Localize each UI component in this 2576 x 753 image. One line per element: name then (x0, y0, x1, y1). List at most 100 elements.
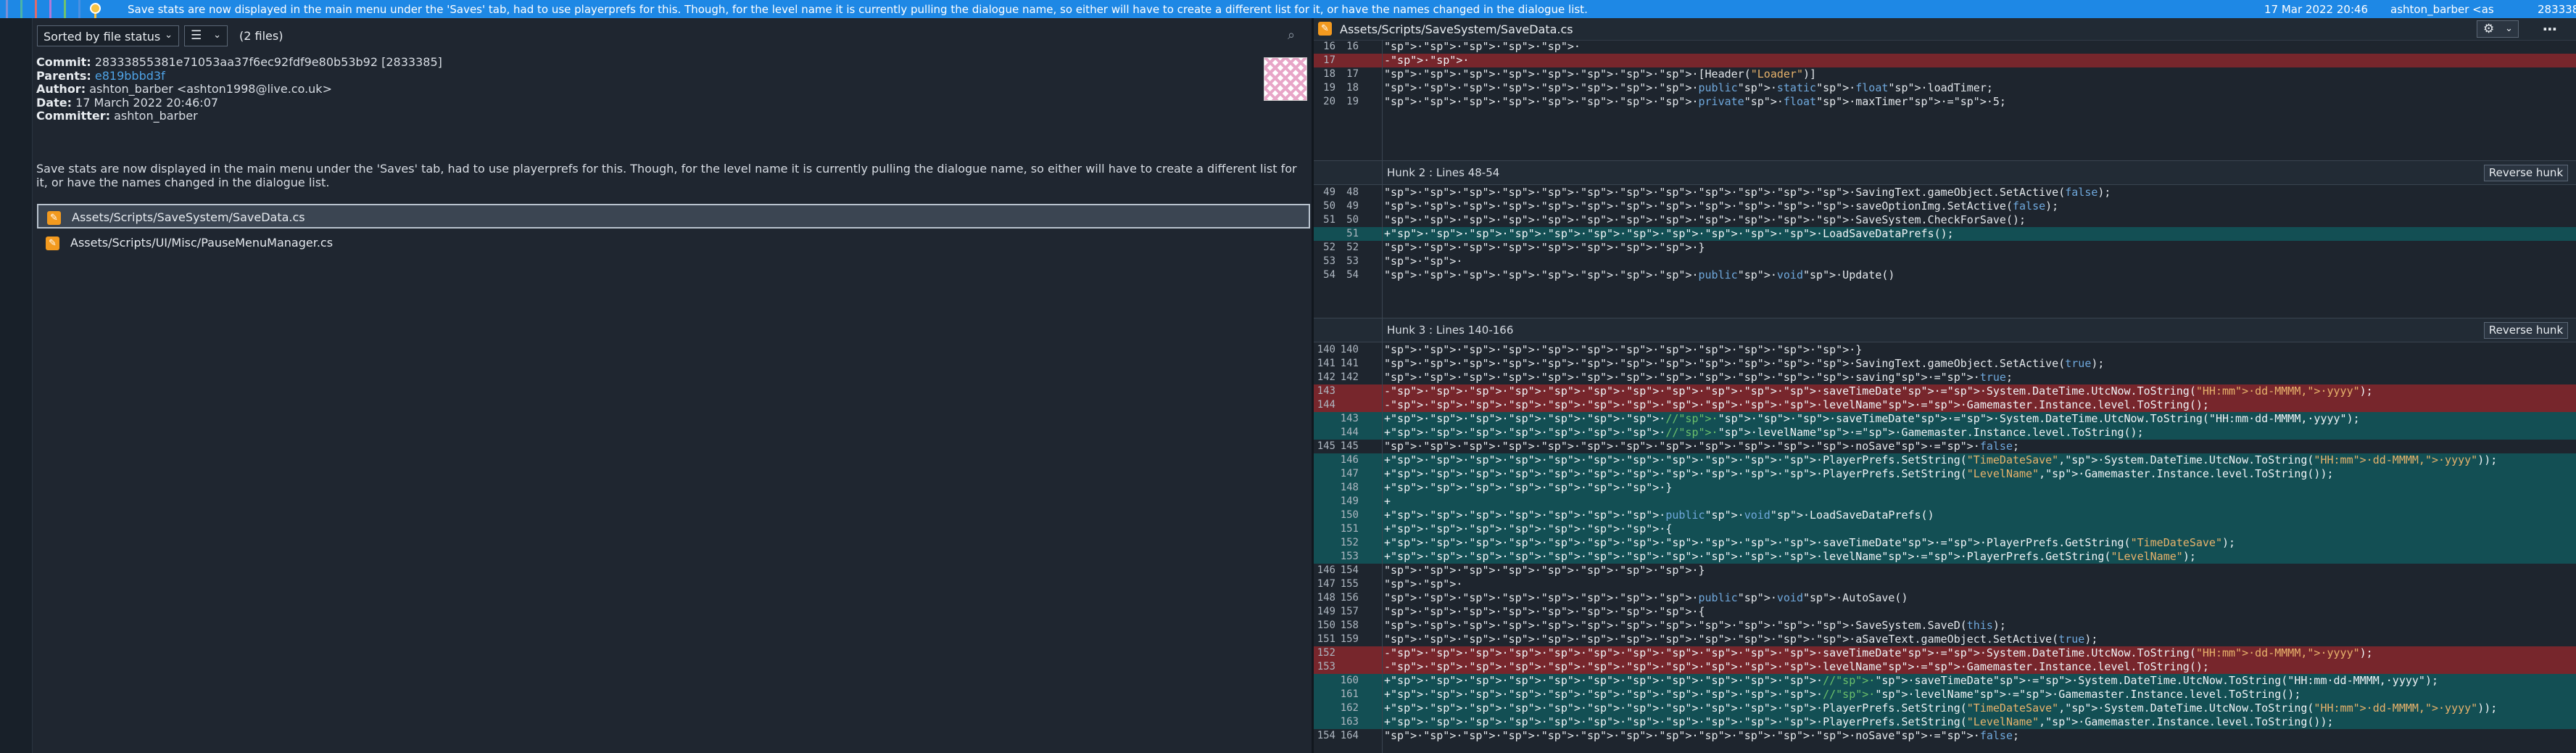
diff-line: 148 156 "sp">·"sp">·"sp">·"sp">·"sp">·"sp"… (1314, 591, 2576, 605)
gear-icon: ⚙ (2483, 22, 2495, 36)
new-line-number: 16 (1346, 41, 1359, 52)
new-line-number: 53 (1346, 255, 1359, 267)
new-line-number: 143 (1340, 413, 1359, 424)
new-line-number: 141 (1340, 358, 1359, 369)
old-line-number: 143 (1317, 385, 1335, 397)
line-code: +"sp">·"sp">·"sp">·"sp">·"sp">·"sp">·"sp… (1384, 227, 1954, 240)
line-code: "sp">·"sp">·"sp">·"sp">·"sp">· (1384, 40, 1581, 53)
new-line-number: 17 (1346, 68, 1359, 80)
new-line-number: 144 (1340, 427, 1359, 438)
line-code: "sp">·"sp">·"sp">·"sp">·"sp">·"sp">·"sp"… (1384, 619, 2006, 632)
diff-file-path: Assets/Scripts/SaveSystem/SaveData.cs (1340, 22, 1573, 36)
line-code: "sp">·"sp">·"sp">·"sp">·"sp">·"sp">·"sp"… (1384, 268, 1895, 281)
diff-header: ✎ Assets/Scripts/SaveSystem/SaveData.cs … (1314, 18, 2576, 41)
new-line-number: 18 (1346, 82, 1359, 94)
line-code: -"sp">·"sp">· (1384, 54, 1470, 67)
commit-label: Commit: (36, 55, 91, 69)
old-line-number: 149 (1317, 606, 1335, 617)
diff-line: 144 -"sp">·"sp">·"sp">·"sp">·"sp">·"sp">·… (1314, 398, 2576, 412)
new-line-number: 145 (1340, 440, 1359, 452)
file-count: (2 files) (239, 29, 283, 43)
reverse-hunk-button[interactable]: Reverse hunk (2484, 322, 2568, 339)
diff-line: 148 +"sp">·"sp">·"sp">·"sp">·"sp">·"sp">·… (1314, 481, 2576, 495)
new-line-number: 142 (1340, 371, 1359, 383)
old-line-number: 145 (1317, 440, 1335, 452)
diff-line: 150 +"sp">·"sp">·"sp">·"sp">·"sp">·"sp">·… (1314, 509, 2576, 522)
new-line-number: 160 (1340, 675, 1359, 686)
line-code: "sp">·"sp">·"sp">·"sp">·"sp">·"sp">·"sp"… (1384, 729, 2020, 742)
line-code: "sp">·"sp">·"sp">·"sp">·"sp">·"sp">·"sp"… (1384, 213, 2026, 226)
old-line-number: 140 (1317, 344, 1335, 355)
avatar (1264, 57, 1307, 101)
old-line-number: 19 (1323, 82, 1335, 94)
diff-line: 51 +"sp">·"sp">·"sp">·"sp">·"sp">·"sp">·"… (1314, 227, 2576, 241)
line-code: +"sp">·"sp">·"sp">·"sp">·"sp">·"sp">·"sp… (1384, 688, 2301, 701)
line-code: +"sp">·"sp">·"sp">·"sp">·"sp">·"sp">·"sp… (1384, 550, 2196, 563)
new-line-number: 152 (1340, 537, 1359, 548)
hunk-header: Hunk 3 : Lines 140-166 Reverse hunk (1314, 318, 2576, 342)
file-list-toolbar: Sorted by file status ⌄ ☰ ⌄ (2 files) ⌕ (33, 18, 1312, 54)
diff-line: 161 +"sp">·"sp">·"sp">·"sp">·"sp">·"sp">·… (1314, 688, 2576, 701)
new-line-number: 153 (1340, 551, 1359, 562)
diff-line: 49 48 "sp">·"sp">·"sp">·"sp">·"sp">·"sp">·… (1314, 186, 2576, 199)
diff-line: 147 155 "sp">·"sp">· (1314, 577, 2576, 591)
old-line-number: 52 (1323, 242, 1335, 253)
new-line-number: 50 (1346, 214, 1359, 226)
diff-line: 141 141 "sp">·"sp">·"sp">·"sp">·"sp">·"sp"… (1314, 357, 2576, 371)
line-code: +"sp">·"sp">·"sp">·"sp">·"sp">·"sp">·"sp… (1384, 674, 2439, 687)
selected-commit-row[interactable]: Save stats are now displayed in the main… (0, 0, 2576, 18)
old-line-number: 151 (1317, 633, 1335, 645)
hunk-title: Hunk 2 : Lines 48-54 (1387, 166, 1500, 179)
old-line-number: 54 (1323, 269, 1335, 281)
old-line-number: 49 (1323, 186, 1335, 198)
old-line-number: 147 (1317, 578, 1335, 590)
diff-line: 152 +"sp">·"sp">·"sp">·"sp">·"sp">·"sp">·… (1314, 536, 2576, 550)
new-line-number: 54 (1346, 269, 1359, 281)
diff-line: 144 +"sp">·"sp">·"sp">·"sp">·"sp">·"sp">·… (1314, 426, 2576, 440)
commit-metadata: Commit: 28333855381e71053aa37f6ec92fdf9e… (36, 55, 1298, 123)
diff-line: 18 17 "sp">·"sp">·"sp">·"sp">·"sp">·"sp">·… (1314, 67, 2576, 81)
line-code: "sp">·"sp">·"sp">·"sp">·"sp">·"sp">·"sp"… (1384, 357, 2105, 370)
search-icon[interactable]: ⌕ (1288, 28, 1304, 44)
diff-line: 140 140 "sp">·"sp">·"sp">·"sp">·"sp">·"sp"… (1314, 343, 2576, 357)
diff-line: 19 18 "sp">·"sp">·"sp">·"sp">·"sp">·"sp">·… (1314, 81, 2576, 95)
diff-settings-button[interactable]: ⚙ ⌄ (2477, 20, 2519, 38)
changed-file-row[interactable]: ✎ Assets/Scripts/SaveSystem/SaveData.cs (37, 204, 1310, 229)
line-code: -"sp">·"sp">·"sp">·"sp">·"sp">·"sp">·"sp… (1384, 384, 2373, 398)
line-code: +"sp">·"sp">·"sp">·"sp">·"sp">·"sp">·"sp… (1384, 701, 2498, 715)
diff-line: 153 +"sp">·"sp">·"sp">·"sp">·"sp">·"sp">·… (1314, 550, 2576, 564)
sort-select[interactable]: Sorted by file status ⌄ (37, 25, 179, 46)
new-line-number: 161 (1340, 688, 1359, 700)
line-code: -"sp">·"sp">·"sp">·"sp">·"sp">·"sp">·"sp… (1384, 398, 2209, 411)
view-mode-select[interactable]: ☰ ⌄ (184, 25, 228, 46)
diff-line: 16 16 "sp">·"sp">·"sp">·"sp">·"sp">· (1314, 40, 2576, 54)
diff-line: 143 +"sp">·"sp">·"sp">·"sp">·"sp">·"sp">·… (1314, 412, 2576, 426)
line-code: +"sp">·"sp">·"sp">·"sp">·"sp">·"sp">·"sp… (1384, 426, 2144, 439)
sort-select-label: Sorted by file status (44, 30, 161, 44)
diff-line: 150 158 "sp">·"sp">·"sp">·"sp">·"sp">·"sp"… (1314, 619, 2576, 633)
new-line-number: 159 (1340, 633, 1359, 645)
line-code: "sp">·"sp">·"sp">·"sp">·"sp">·"sp">·"sp"… (1384, 605, 1705, 618)
old-line-number: 144 (1317, 399, 1335, 411)
line-code: + (1384, 495, 1391, 508)
old-line-number: 154 (1317, 730, 1335, 741)
reverse-hunk-button[interactable]: Reverse hunk (2484, 165, 2568, 181)
diff-line: 153 -"sp">·"sp">·"sp">·"sp">·"sp">·"sp">·… (1314, 660, 2576, 674)
hunk-header: Hunk 2 : Lines 48-54 Reverse hunk (1314, 160, 2576, 185)
new-line-number: 149 (1340, 495, 1359, 507)
changed-file-row[interactable]: ✎ Assets/Scripts/UI/Misc/PauseMenuManage… (37, 231, 1310, 255)
new-line-number: 162 (1340, 702, 1359, 714)
chevron-down-icon: ⌄ (2505, 23, 2513, 34)
diff-line: 146 154 "sp">·"sp">·"sp">·"sp">·"sp">·"sp"… (1314, 564, 2576, 577)
more-options-icon[interactable]: ⋯ (2535, 20, 2564, 38)
hunk-title: Hunk 3 : Lines 140-166 (1387, 324, 1514, 337)
old-line-number: 17 (1323, 54, 1335, 66)
commit-sha: 2833385 (2538, 3, 2576, 16)
line-code: "sp">·"sp">·"sp">·"sp">·"sp">·"sp">·"sp"… (1384, 95, 2006, 108)
old-line-number: 16 (1323, 41, 1335, 52)
line-code: +"sp">·"sp">·"sp">·"sp">·"sp">·"sp">·"sp… (1384, 536, 2236, 549)
diff-line: 151 +"sp">·"sp">·"sp">·"sp">·"sp">·"sp">·… (1314, 522, 2576, 536)
diff-line: 154 164 "sp">·"sp">·"sp">·"sp">·"sp">·"sp"… (1314, 729, 2576, 743)
old-line-number: 50 (1323, 200, 1335, 212)
parent-commit-link[interactable]: e819bbbd3f (95, 69, 165, 83)
